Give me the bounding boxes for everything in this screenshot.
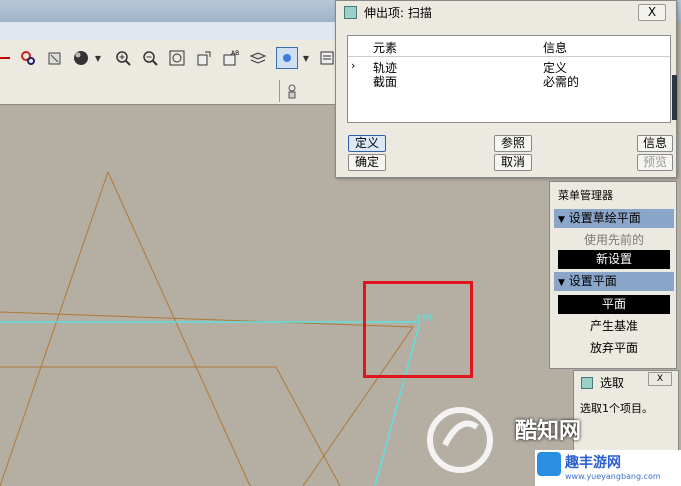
reference-button[interactable]: 参照 [494, 135, 532, 152]
watermark-badge: 趣丰游网 www.yueyangbang.com [535, 450, 681, 486]
info-button[interactable]: 信息 [637, 135, 673, 152]
highlight-box [363, 281, 473, 378]
column-header-element: 元素 [373, 41, 398, 55]
menu-header-label: 设置平面 [568, 274, 617, 288]
dialog-title: 伸出项: 扫描 [364, 5, 432, 20]
cancel-button[interactable]: 取消 [494, 154, 532, 171]
menu-header-set-plane[interactable]: ▼ 设置平面 [554, 272, 674, 291]
menu-item-use-previous[interactable]: 使用先前的 [558, 231, 670, 250]
sketch-line [275, 366, 341, 486]
menu-header-label: 设置草绘平面 [568, 211, 641, 225]
menu-header-sketch-plane[interactable]: ▼ 设置草绘平面 [554, 209, 674, 228]
watermark-logo-icon [427, 407, 493, 473]
feature-dialog: 伸出项: 扫描 X 元素 信息 › 轨迹 定义 截面 必需的 定义 参照 信息 … [335, 0, 677, 178]
dialog-titlebar: 伸出项: 扫描 X [336, 1, 676, 23]
sketch-line [107, 171, 251, 486]
preview-button[interactable]: 预览 [637, 154, 673, 171]
menu-item-new-setting[interactable]: 新设置 [558, 250, 670, 269]
select-dialog-title: 选取 [600, 376, 625, 390]
close-button[interactable]: X [638, 4, 666, 21]
column-header-info: 信息 [543, 41, 568, 55]
sketch-line [0, 311, 414, 486]
scrollbar[interactable] [672, 75, 677, 120]
close-button[interactable]: X [648, 372, 672, 386]
collapse-icon: ▼ [558, 215, 565, 225]
menu-item-quit-plane[interactable]: 放弃平面 [558, 339, 670, 358]
define-button[interactable]: 定义 [348, 135, 386, 152]
dialog-icon [344, 5, 357, 19]
watermark-brand: 酷知网 [515, 419, 582, 444]
menu-manager: 菜单管理器 ▼ 设置草绘平面 使用先前的 新设置 ▼ 设置平面 平面 产生基准 … [549, 181, 677, 369]
table-row-element[interactable]: 截面 [373, 73, 397, 90]
list-divider [348, 56, 670, 57]
menu-item-plane[interactable]: 平面 [558, 295, 670, 314]
watermark: 酷知网 趣丰游网 www.yueyangbang.com [415, 395, 681, 486]
watermark-url: www.yueyangbang.com [565, 472, 661, 481]
expand-arrow-icon[interactable]: › [351, 59, 355, 72]
collapse-icon: ▼ [558, 278, 565, 288]
ok-button[interactable]: 确定 [348, 154, 386, 171]
menu-manager-title: 菜单管理器 [558, 189, 613, 202]
element-list: 元素 信息 › 轨迹 定义 截面 必需的 [347, 35, 671, 123]
sketch-line [0, 171, 109, 486]
table-row-info: 必需的 [543, 75, 580, 89]
watermark-brand2: 趣丰游网 [565, 455, 621, 471]
menu-item-create-datum[interactable]: 产生基准 [558, 317, 670, 336]
watermark-badge-icon [537, 452, 561, 476]
dialog-icon [581, 377, 593, 389]
